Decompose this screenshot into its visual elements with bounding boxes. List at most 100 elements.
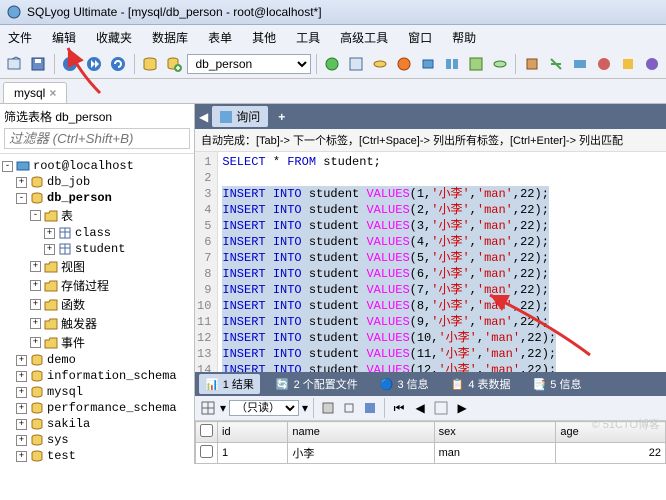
save-icon[interactable] xyxy=(28,53,49,75)
tool7-icon[interactable] xyxy=(466,53,487,75)
tree-root[interactable]: -root@localhost xyxy=(2,158,192,174)
result-tab[interactable]: 🔵3 信息 xyxy=(374,374,435,394)
filter-input[interactable] xyxy=(4,128,190,149)
tree-item[interactable]: +函数 xyxy=(2,295,192,314)
tree-item[interactable]: +触发器 xyxy=(2,314,192,333)
tree-item[interactable]: +sys xyxy=(2,432,192,448)
execute-all-icon[interactable] xyxy=(84,53,105,75)
tool6-icon[interactable] xyxy=(442,53,463,75)
menu-item[interactable]: 高级工具 xyxy=(336,27,392,48)
tree-toggle[interactable]: + xyxy=(30,280,41,291)
tree-toggle[interactable]: - xyxy=(16,193,27,204)
menu-item[interactable]: 数据库 xyxy=(148,27,192,48)
next-icon[interactable]: ▶ xyxy=(453,399,471,417)
tree-toggle[interactable]: + xyxy=(16,435,27,446)
result-tab[interactable]: 📑5 信息 xyxy=(527,374,588,394)
tree-toggle[interactable]: + xyxy=(30,299,41,310)
checkbox-header[interactable] xyxy=(196,422,218,443)
sql-editor[interactable]: 12345678910111213141516171819 SELECT * F… xyxy=(195,152,666,372)
tree-item[interactable]: -db_person xyxy=(2,190,192,206)
tree-toggle[interactable]: + xyxy=(44,244,55,255)
grid-cell[interactable]: man xyxy=(434,443,556,464)
menu-item[interactable]: 编辑 xyxy=(48,27,80,48)
prev-icon[interactable]: ◀ xyxy=(411,399,429,417)
db-plus-icon[interactable] xyxy=(164,53,185,75)
grid-cell[interactable]: 1 xyxy=(218,443,288,464)
connection-tab-mysql[interactable]: mysql × xyxy=(3,82,67,103)
dropdown-icon[interactable]: ▾ xyxy=(220,401,226,415)
tree-item[interactable]: +事件 xyxy=(2,333,192,352)
menu-item[interactable]: 工具 xyxy=(292,27,324,48)
column-header[interactable]: name xyxy=(288,422,434,443)
first-icon[interactable]: ⏮ xyxy=(390,399,408,417)
tree-toggle[interactable]: + xyxy=(16,403,27,414)
tool10-icon[interactable] xyxy=(545,53,566,75)
tree-item[interactable]: +视图 xyxy=(2,257,192,276)
tree-toggle[interactable]: + xyxy=(16,177,27,188)
dropdown2-icon[interactable]: ▾ xyxy=(302,401,308,415)
menu-item[interactable]: 表单 xyxy=(204,27,236,48)
menu-item[interactable]: 其他 xyxy=(248,27,280,48)
tool5-icon[interactable] xyxy=(418,53,439,75)
tree-toggle[interactable]: + xyxy=(16,355,27,366)
tool14-icon[interactable] xyxy=(641,53,662,75)
tree-toggle[interactable]: - xyxy=(30,210,41,221)
tree-item[interactable]: +information_schema xyxy=(2,368,192,384)
tool13-icon[interactable] xyxy=(617,53,638,75)
tree-item[interactable]: +performance_schema xyxy=(2,400,192,416)
tree-toggle[interactable]: + xyxy=(16,371,27,382)
database-selector[interactable]: db_person xyxy=(187,54,311,74)
tool12-icon[interactable] xyxy=(593,53,614,75)
tool8-icon[interactable] xyxy=(490,53,511,75)
tree-toggle[interactable]: + xyxy=(16,451,27,462)
tree-item[interactable]: +sakila xyxy=(2,416,192,432)
tool9-icon[interactable] xyxy=(521,53,542,75)
save-result-icon[interactable] xyxy=(361,399,379,417)
row-checkbox[interactable] xyxy=(196,443,218,464)
copy-icon[interactable] xyxy=(340,399,358,417)
db-icon[interactable] xyxy=(140,53,161,75)
tool1-icon[interactable] xyxy=(322,53,343,75)
grid-icon[interactable] xyxy=(199,399,217,417)
refresh-icon[interactable] xyxy=(108,53,129,75)
tree-toggle[interactable]: + xyxy=(16,387,27,398)
new-connection-icon[interactable] xyxy=(4,53,25,75)
readonly-selector[interactable]: （只读） xyxy=(229,400,299,416)
tree-toggle[interactable]: + xyxy=(30,318,41,329)
execute-icon[interactable] xyxy=(60,53,81,75)
tree-item[interactable]: +test xyxy=(2,448,192,464)
tool11-icon[interactable] xyxy=(569,53,590,75)
grid-cell[interactable]: 小李 xyxy=(288,443,434,464)
tree-item[interactable]: +class xyxy=(2,225,192,241)
query-tab[interactable]: 询问 xyxy=(212,106,268,127)
tree-item[interactable]: +db_job xyxy=(2,174,192,190)
column-header[interactable]: id xyxy=(218,422,288,443)
menu-item[interactable]: 窗口 xyxy=(404,27,436,48)
tree-toggle[interactable]: + xyxy=(30,261,41,272)
tree-item[interactable]: +存储过程 xyxy=(2,276,192,295)
grid-cell[interactable]: 22 xyxy=(556,443,666,464)
tree-toggle[interactable]: + xyxy=(30,337,41,348)
column-header[interactable]: sex xyxy=(434,422,556,443)
tool2-icon[interactable] xyxy=(346,53,367,75)
result-tab[interactable]: 📊1 结果 xyxy=(199,374,260,394)
tree-item[interactable]: -表 xyxy=(2,206,192,225)
tool4-icon[interactable] xyxy=(394,53,415,75)
add-query-tab[interactable]: + xyxy=(272,110,291,124)
watermark: © 51CTO博客 xyxy=(592,416,660,432)
export-icon[interactable] xyxy=(319,399,337,417)
menu-item[interactable]: 文件 xyxy=(4,27,36,48)
menu-item[interactable]: 收藏夹 xyxy=(92,27,136,48)
tool3-icon[interactable] xyxy=(370,53,391,75)
result-tab[interactable]: 🔄2 个配置文件 xyxy=(270,374,364,394)
grid2-icon[interactable] xyxy=(432,399,450,417)
tree-item[interactable]: +demo xyxy=(2,352,192,368)
close-icon[interactable]: × xyxy=(49,86,56,100)
result-tab[interactable]: 📋4 表数据 xyxy=(445,374,517,394)
menu-item[interactable]: 帮助 xyxy=(448,27,480,48)
tree-toggle[interactable]: + xyxy=(44,228,55,239)
tree-item[interactable]: +student xyxy=(2,241,192,257)
tree-toggle[interactable]: + xyxy=(16,419,27,430)
query-history-icon[interactable]: ◀ xyxy=(199,110,208,124)
tree-item[interactable]: +mysql xyxy=(2,384,192,400)
